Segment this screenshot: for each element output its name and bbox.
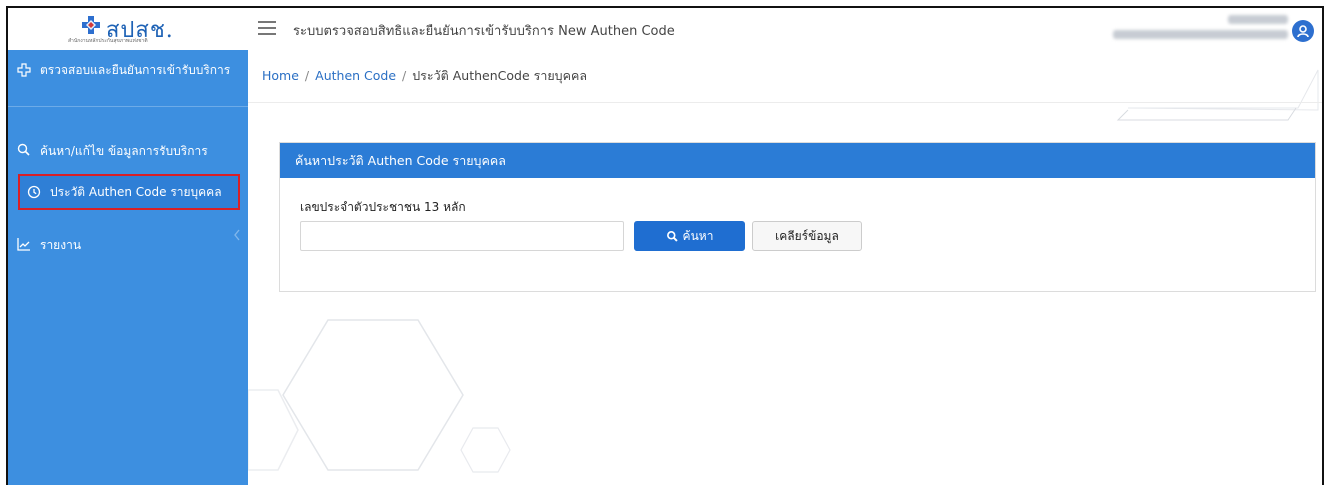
- breadcrumb-home-link[interactable]: Home: [262, 68, 299, 83]
- clear-button[interactable]: เคลียร์ข้อมูล: [752, 221, 862, 251]
- sidebar-item-label: รายงาน: [40, 238, 82, 252]
- sidebar-item-verify-service[interactable]: ตรวจสอบและยืนยันการเข้ารับบริการ: [16, 62, 236, 78]
- clear-button-label: เคลียร์ข้อมูล: [775, 228, 839, 243]
- card-title: ค้นหาประวัติ Authen Code รายบุคคล: [280, 143, 1315, 178]
- main-content: Home / Authen Code / ประวัติ AuthenCode รายบ…: [248, 50, 1322, 485]
- search-icon: [666, 230, 678, 242]
- user-icon: [1297, 25, 1309, 38]
- menu-toggle-button[interactable]: [258, 21, 276, 35]
- search-icon: [17, 143, 30, 156]
- user-org-redacted: [1113, 30, 1288, 39]
- app-window: สปสช. สำนักงานหลักประกันสุขภาพแห่งชาติ ร…: [6, 6, 1324, 485]
- chart-line-icon: [17, 238, 30, 251]
- history-icon: [27, 185, 41, 199]
- top-header: สปสช. สำนักงานหลักประกันสุขภาพแห่งชาติ ร…: [8, 8, 1322, 51]
- search-button[interactable]: ค้นหา: [634, 221, 745, 251]
- breadcrumb-current: ประวัติ AuthenCode รายบุคคล: [412, 68, 587, 83]
- search-card: ค้นหาประวัติ Authen Code รายบุคคล เลขประ…: [279, 142, 1316, 292]
- breadcrumb-authen-code-link[interactable]: Authen Code: [315, 68, 396, 83]
- sidebar-item-history[interactable]: ประวัติ Authen Code รายบุคคล: [18, 174, 240, 210]
- user-name-redacted: [1228, 15, 1288, 24]
- breadcrumb-divider: [248, 102, 1322, 103]
- sidebar: ตรวจสอบและยืนยันการเข้ารับบริการ ค้นหา/แ…: [8, 50, 248, 485]
- sidebar-item-label: ค้นหา/แก้ไข ข้อมูลการรับบริการ: [40, 144, 208, 158]
- app-title: ระบบตรวจสอบสิทธิและยืนยันการเข้ารับบริกา…: [293, 24, 675, 39]
- chevron-left-icon: [234, 229, 240, 241]
- plus-cross-icon: [17, 63, 31, 77]
- citizen-id-label: เลขประจำตัวประชาชน 13 หลัก: [300, 200, 466, 214]
- sidebar-item-label: ตรวจสอบและยืนยันการเข้ารับบริการ: [40, 63, 231, 77]
- nhso-logo-icon: [82, 16, 100, 34]
- search-button-label: ค้นหา: [682, 228, 714, 243]
- sidebar-divider: [8, 106, 248, 107]
- sidebar-item-report[interactable]: รายงาน: [16, 236, 81, 255]
- citizen-id-input[interactable]: [300, 221, 624, 251]
- sidebar-item-search-edit[interactable]: ค้นหา/แก้ไข ข้อมูลการรับบริการ: [16, 142, 208, 161]
- sidebar-item-label: ประวัติ Authen Code รายบุคคล: [50, 184, 222, 199]
- brand-subtext: สำนักงานหลักประกันสุขภาพแห่งชาติ: [68, 38, 148, 44]
- breadcrumb: Home / Authen Code / ประวัติ AuthenCode รายบ…: [262, 68, 587, 83]
- brand[interactable]: สปสช. สำนักงานหลักประกันสุขภาพแห่งชาติ: [8, 8, 248, 50]
- hamburger-icon: [258, 21, 276, 23]
- user-avatar-button[interactable]: [1292, 20, 1314, 42]
